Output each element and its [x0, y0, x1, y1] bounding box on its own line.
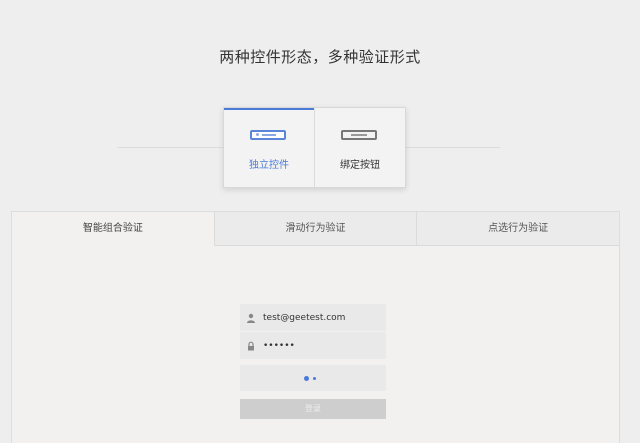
- password-value: ••••••: [263, 340, 295, 351]
- user-icon: [247, 313, 255, 323]
- mode-standalone-widget[interactable]: 独立控件: [224, 108, 314, 187]
- lock-icon: [248, 341, 254, 350]
- tab-smart-combo[interactable]: 智能组合验证: [12, 212, 214, 246]
- password-field[interactable]: ••••••: [240, 332, 386, 359]
- loading-dot-icon: [304, 376, 309, 381]
- tab-click-select[interactable]: 点选行为验证: [416, 212, 620, 246]
- loading-dot-small-icon: [313, 377, 316, 380]
- login-form: test@geetest.com •••••• 登录: [240, 304, 386, 419]
- widget-mode-toggle: 独立控件 绑定按钮: [223, 107, 406, 188]
- mode-bind-label: 绑定按钮: [340, 160, 380, 171]
- verification-tabs: 智能组合验证 滑动行为验证 点选行为验证: [12, 212, 620, 246]
- input-bar-icon: [250, 130, 286, 140]
- headline: 两种控件形态，多种验证形式: [219, 48, 421, 66]
- login-button[interactable]: 登录: [240, 399, 386, 419]
- mode-standalone-label: 独立控件: [249, 160, 289, 171]
- tab-slide[interactable]: 滑动行为验证: [213, 212, 417, 246]
- captcha-widget[interactable]: [240, 365, 386, 391]
- mode-bind-button[interactable]: 绑定按钮: [314, 108, 405, 187]
- button-bar-icon: [341, 130, 377, 140]
- divider-right: [405, 147, 500, 148]
- username-field[interactable]: test@geetest.com: [240, 304, 386, 331]
- username-value: test@geetest.com: [263, 312, 346, 323]
- divider-left: [117, 147, 223, 148]
